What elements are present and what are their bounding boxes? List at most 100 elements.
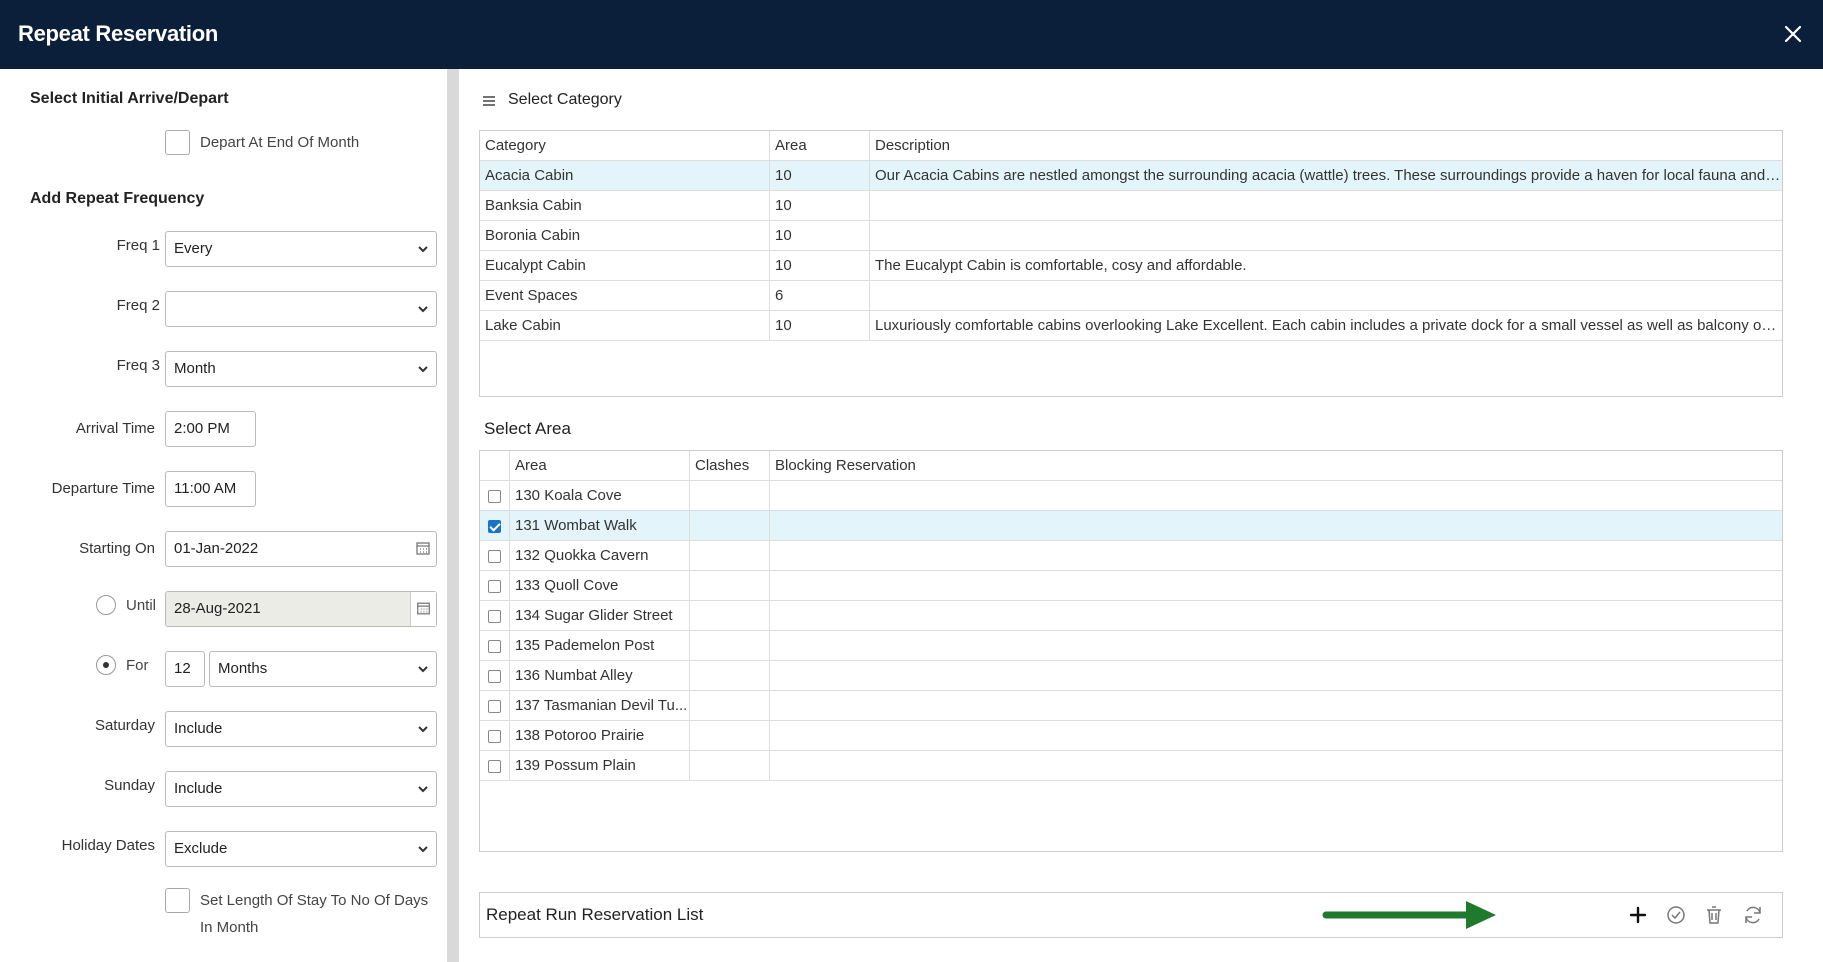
freq3-select[interactable]: Month <box>165 351 437 387</box>
table-row[interactable]: 130 Koala Cove <box>480 481 1782 511</box>
for-unit-value: Months <box>218 660 268 677</box>
for-count-input[interactable]: 12 <box>165 651 205 687</box>
row-select-cell <box>480 511 510 540</box>
clashes-column-header[interactable]: Clashes <box>690 451 770 480</box>
sunday-label: Sunday <box>104 777 155 794</box>
area-name-cell: 132 Quokka Cavern <box>510 541 690 570</box>
freq2-label: Freq 2 <box>116 297 160 314</box>
category-cell: Acacia Cabin <box>480 161 770 190</box>
table-row[interactable]: 134 Sugar Glider Street <box>480 601 1782 631</box>
check-circle-icon[interactable] <box>1664 903 1688 927</box>
area-count-cell: 10 <box>770 221 870 250</box>
blocking-reservation-cell <box>770 631 1782 660</box>
set-length-of-stay-label-line1: Set Length Of Stay To No Of Days <box>200 892 429 909</box>
table-row[interactable]: Event Spaces 6 <box>480 281 1782 311</box>
row-checkbox[interactable] <box>488 550 501 563</box>
blocking-reservation-cell <box>770 541 1782 570</box>
area-grid: Area Clashes Blocking Reservation 130 Ko… <box>479 450 1783 852</box>
until-date-value: 28-Aug-2021 <box>174 600 261 617</box>
until-radio[interactable] <box>96 595 116 615</box>
area-name-cell: 137 Tasmanian Devil Tu... <box>510 691 690 720</box>
table-row[interactable]: Lake Cabin 10 Luxuriously comfortable ca… <box>480 311 1782 341</box>
table-row[interactable]: Eucalypt Cabin 10 The Eucalypt Cabin is … <box>480 251 1782 281</box>
table-row[interactable]: 133 Quoll Cove <box>480 571 1782 601</box>
row-checkbox[interactable] <box>488 580 501 593</box>
set-length-of-stay-checkbox[interactable] <box>165 888 190 913</box>
selection-panel: Select Category Category Area Descriptio… <box>459 69 1823 962</box>
menu-icon[interactable] <box>481 93 497 109</box>
for-unit-select[interactable]: Months <box>209 651 437 687</box>
row-checkbox[interactable] <box>488 670 501 683</box>
row-checkbox[interactable] <box>488 640 501 653</box>
freq1-label: Freq 1 <box>116 237 160 254</box>
area-name-cell: 138 Potoroo Prairie <box>510 721 690 750</box>
repeat-run-list-panel: Repeat Run Reservation List <box>479 892 1783 938</box>
category-cell: Banksia Cabin <box>480 191 770 220</box>
table-row[interactable]: 135 Pademelon Post <box>480 631 1782 661</box>
category-cell: Eucalypt Cabin <box>480 251 770 280</box>
plus-icon[interactable] <box>1626 903 1650 927</box>
calendar-icon[interactable] <box>410 592 436 626</box>
area-column-header[interactable]: Area <box>770 131 870 160</box>
table-row[interactable]: 139 Possum Plain <box>480 751 1782 781</box>
table-row[interactable]: 136 Numbat Alley <box>480 661 1782 691</box>
calendar-icon[interactable] <box>410 532 436 566</box>
row-select-cell <box>480 691 510 720</box>
category-cell: Boronia Cabin <box>480 221 770 250</box>
category-grid-header: Category Area Description <box>480 131 1782 161</box>
chevron-down-icon <box>418 246 428 253</box>
row-checkbox[interactable] <box>488 490 501 503</box>
blocking-reservation-cell <box>770 571 1782 600</box>
until-date-input[interactable]: 28-Aug-2021 <box>165 591 437 627</box>
depart-end-of-month-checkbox[interactable] <box>165 130 190 155</box>
row-select-cell <box>480 481 510 510</box>
table-row[interactable]: 132 Quokka Cavern <box>480 541 1782 571</box>
description-column-header[interactable]: Description <box>870 131 1782 160</box>
close-icon[interactable] <box>1781 22 1805 46</box>
description-cell: Our Acacia Cabins are nestled amongst th… <box>875 167 1782 184</box>
table-row[interactable]: Boronia Cabin 10 <box>480 221 1782 251</box>
for-radio[interactable] <box>96 655 116 675</box>
table-row[interactable]: Acacia Cabin 10 Our Acacia Cabins are ne… <box>480 161 1782 191</box>
panel-splitter[interactable] <box>447 69 459 962</box>
clashes-cell <box>690 601 770 630</box>
refresh-icon[interactable] <box>1741 903 1765 927</box>
category-cell: Lake Cabin <box>480 311 770 340</box>
sunday-select[interactable]: Include <box>165 771 437 807</box>
chevron-down-icon <box>418 366 428 373</box>
saturday-select[interactable]: Include <box>165 711 437 747</box>
blocking-reservation-cell <box>770 751 1782 780</box>
freq2-select[interactable] <box>165 291 437 327</box>
departure-time-input[interactable]: 11:00 AM <box>165 471 256 507</box>
arrival-time-input[interactable]: 2:00 PM <box>165 411 256 447</box>
category-column-header[interactable]: Category <box>480 131 770 160</box>
table-row[interactable]: 137 Tasmanian Devil Tu... <box>480 691 1782 721</box>
blocking-reservation-column-header[interactable]: Blocking Reservation <box>770 451 1782 480</box>
trash-icon[interactable] <box>1702 903 1726 927</box>
row-checkbox[interactable] <box>488 760 501 773</box>
category-grid: Category Area Description Acacia Cabin 1… <box>479 130 1783 397</box>
starting-on-input[interactable]: 01-Jan-2022 <box>165 531 437 567</box>
area-name-cell: 130 Koala Cove <box>510 481 690 510</box>
blocking-reservation-cell <box>770 691 1782 720</box>
row-select-cell <box>480 661 510 690</box>
sunday-value: Include <box>174 780 223 797</box>
row-select-cell <box>480 721 510 750</box>
description-cell: Luxuriously comfortable cabins overlooki… <box>875 317 1782 334</box>
blocking-reservation-cell <box>770 601 1782 630</box>
row-checkbox[interactable] <box>488 610 501 623</box>
row-checkbox[interactable] <box>488 520 501 533</box>
holiday-dates-label: Holiday Dates <box>61 837 155 854</box>
freq3-label: Freq 3 <box>116 357 160 374</box>
table-row[interactable]: 138 Potoroo Prairie <box>480 721 1782 751</box>
freq1-select[interactable]: Every <box>165 231 437 267</box>
repeat-run-list-title: Repeat Run Reservation List <box>486 905 704 924</box>
table-row[interactable]: Banksia Cabin 10 <box>480 191 1782 221</box>
row-checkbox[interactable] <box>488 730 501 743</box>
area-name-column-header[interactable]: Area <box>510 451 690 480</box>
row-checkbox[interactable] <box>488 700 501 713</box>
table-row[interactable]: 131 Wombat Walk <box>480 511 1782 541</box>
select-area-heading: Select Area <box>484 419 571 438</box>
holiday-dates-select[interactable]: Exclude <box>165 831 437 867</box>
until-label: Until <box>126 597 157 614</box>
